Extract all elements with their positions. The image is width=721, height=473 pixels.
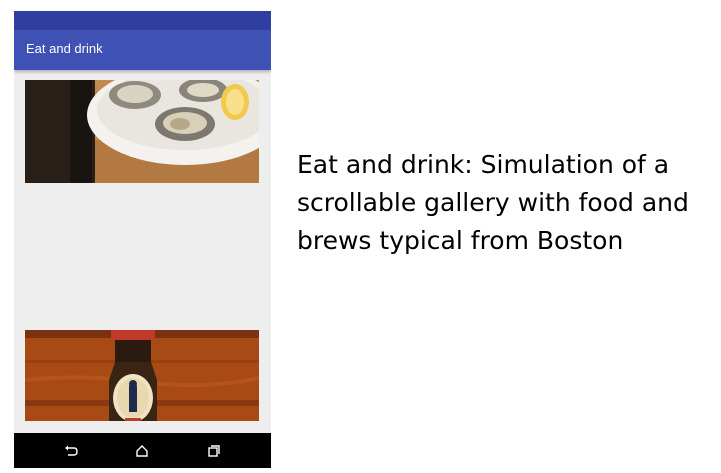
oysters-photo	[25, 80, 259, 183]
app-bar: Eat and drink	[14, 30, 271, 70]
gallery-image-oysters[interactable]	[25, 80, 259, 183]
description-caption: Eat and drink: Simulation of a scrollabl…	[297, 150, 689, 255]
navigation-bar	[14, 433, 271, 468]
status-bar	[14, 11, 271, 30]
back-icon[interactable]	[62, 442, 80, 460]
app-title: Eat and drink	[26, 41, 103, 56]
home-icon[interactable]	[133, 442, 151, 460]
recents-icon[interactable]	[204, 442, 222, 460]
beer-photo	[25, 330, 259, 421]
gallery-image-beer[interactable]	[25, 330, 259, 421]
phone-screen: Eat and drink	[14, 11, 271, 468]
